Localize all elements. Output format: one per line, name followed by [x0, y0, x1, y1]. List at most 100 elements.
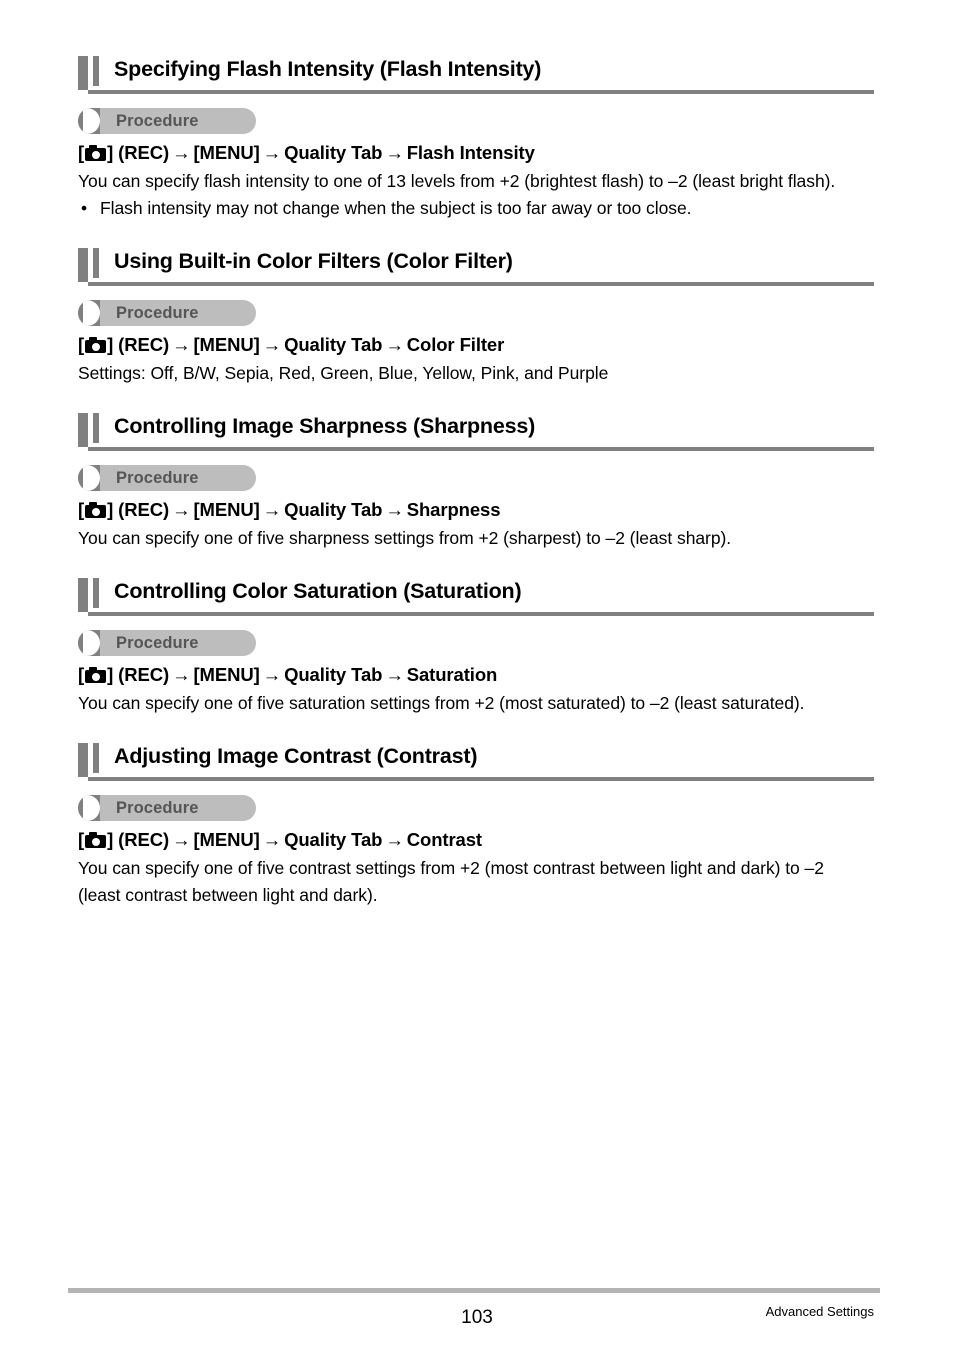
procedure-badge-tab-icon [78, 630, 100, 656]
path-rec-label: ] (REC) [107, 499, 170, 520]
procedure-badge-tab-icon [78, 465, 100, 491]
arrow-icon-1: → [172, 142, 191, 163]
section-paragraph: You can specify one of five sharpness se… [78, 528, 732, 548]
heading-rule [88, 777, 874, 781]
section-heading: Specifying Flash Intensity (Flash Intens… [78, 52, 874, 98]
section-bullet: • Flash intensity may not change when the… [78, 195, 874, 222]
arrow-icon-3: → [385, 664, 404, 685]
camera-icon [85, 502, 107, 518]
procedure-badge-tab-icon [78, 795, 100, 821]
arrow-icon-2: → [262, 142, 282, 163]
bullet-icon: • [81, 198, 88, 218]
path-step-1: [MENU] [193, 664, 260, 685]
section-title: Controlling Color Saturation (Saturation… [114, 579, 522, 603]
section-title: Using Built-in Color Filters (Color Filt… [114, 249, 513, 273]
procedure-path: [] (REC) → [MENU] → Quality Tab → Sharpness [78, 497, 874, 523]
camera-icon [85, 667, 107, 683]
arrow-icon-3: → [385, 142, 404, 163]
path-rec-label: ] (REC) [107, 142, 170, 163]
path-step-2: Quality Tab [284, 334, 383, 355]
procedure-badge: Procedure [78, 300, 256, 326]
arrow-icon-2: → [262, 499, 282, 520]
path-step-2: Quality Tab [284, 142, 383, 163]
path-step-1: [MENU] [193, 142, 260, 163]
arrow-icon-3: → [385, 499, 404, 520]
procedure-badge-label: Procedure [116, 634, 199, 652]
footer-divider [68, 1288, 880, 1293]
heading-bar-thin-icon [93, 56, 99, 86]
heading-bar-wide-icon [78, 413, 88, 447]
section-heading: Controlling Color Saturation (Saturation… [78, 574, 874, 620]
path-step-1: [MENU] [193, 499, 260, 520]
heading-rule [88, 282, 874, 286]
path-step-1: [MENU] [193, 334, 260, 355]
heading-bar-thin-icon [93, 743, 99, 773]
section-heading: Controlling Image Sharpness (Sharpness) [78, 409, 874, 455]
section-heading: Using Built-in Color Filters (Color Filt… [78, 244, 874, 290]
page-content: Specifying Flash Intensity (Flash Intens… [78, 52, 874, 909]
path-step-2: Quality Tab [284, 499, 383, 520]
arrow-icon-3: → [385, 829, 404, 850]
section-flash-intensity: Specifying Flash Intensity (Flash Intens… [78, 52, 874, 244]
procedure-badge-label: Procedure [116, 469, 199, 487]
section-title: Adjusting Image Contrast (Contrast) [114, 744, 478, 768]
path-step-3: Flash Intensity [406, 142, 535, 163]
procedure-badge-label: Procedure [116, 112, 199, 130]
arrow-icon-1: → [172, 499, 191, 520]
path-bracket-open: [ [78, 499, 85, 520]
heading-bar-wide-icon [78, 248, 88, 282]
path-step-1: [MENU] [193, 829, 260, 850]
arrow-icon-2: → [262, 829, 282, 850]
section-paragraph: You can specify flash intensity to one o… [78, 171, 836, 191]
procedure-path: [] (REC) → [MENU] → Quality Tab → Color Filter [78, 332, 874, 358]
camera-icon [85, 145, 107, 161]
procedure-badge-label: Procedure [116, 304, 199, 322]
path-bracket-open: [ [78, 829, 85, 850]
section-saturation: Controlling Color Saturation (Saturation… [78, 574, 874, 739]
section-sharpness: Controlling Image Sharpness (Sharpness) … [78, 409, 874, 574]
path-step-2: Quality Tab [284, 664, 383, 685]
procedure-badge-tab-icon [78, 108, 100, 134]
section-heading: Adjusting Image Contrast (Contrast) [78, 739, 874, 785]
arrow-icon-1: → [172, 334, 191, 355]
heading-bar-thin-icon [93, 578, 99, 608]
heading-bar-wide-icon [78, 743, 88, 777]
procedure-badge-label: Procedure [116, 799, 199, 817]
heading-rule [88, 447, 874, 451]
path-step-3: Sharpness [406, 499, 501, 520]
procedure-badge-tab-icon [78, 300, 100, 326]
path-rec-label: ] (REC) [107, 334, 170, 355]
procedure-path: [] (REC) → [MENU] → Quality Tab → Saturation [78, 662, 874, 688]
procedure-badge: Procedure [78, 795, 256, 821]
arrow-icon-3: → [385, 334, 404, 355]
section-paragraph: You can specify one of five saturation s… [78, 693, 805, 713]
path-step-3: Saturation [406, 664, 498, 685]
section-title: Controlling Image Sharpness (Sharpness) [114, 414, 536, 438]
procedure-badge: Procedure [78, 108, 256, 134]
footer-chapter-label: Advanced Settings [765, 1304, 874, 1319]
arrow-icon-2: → [262, 664, 282, 685]
path-step-3: Color Filter [406, 334, 505, 355]
path-bracket-open: [ [78, 142, 85, 163]
arrow-icon-2: → [262, 334, 282, 355]
arrow-icon-1: → [172, 829, 191, 850]
path-bracket-open: [ [78, 334, 85, 355]
heading-bar-thin-icon [93, 248, 99, 278]
section-title: Specifying Flash Intensity (Flash Intens… [114, 57, 542, 81]
section-color-filter: Using Built-in Color Filters (Color Filt… [78, 244, 874, 409]
heading-bar-wide-icon [78, 56, 88, 90]
heading-rule [88, 612, 874, 616]
heading-bar-wide-icon [78, 578, 88, 612]
section-contrast: Adjusting Image Contrast (Contrast) Proc… [78, 739, 874, 909]
camera-icon [85, 337, 107, 353]
path-rec-label: ] (REC) [107, 664, 170, 685]
camera-icon [85, 832, 107, 848]
path-rec-label: ] (REC) [107, 829, 170, 850]
section-paragraph: Settings: Off, B/W, Sepia, Red, Green, B… [78, 363, 609, 383]
path-step-3: Contrast [406, 829, 482, 850]
path-step-2: Quality Tab [284, 829, 383, 850]
path-bracket-open: [ [78, 664, 85, 685]
procedure-path: [] (REC) → [MENU] → Quality Tab → Flash Intens… [78, 140, 874, 166]
arrow-icon-1: → [172, 664, 191, 685]
heading-rule [88, 90, 874, 94]
